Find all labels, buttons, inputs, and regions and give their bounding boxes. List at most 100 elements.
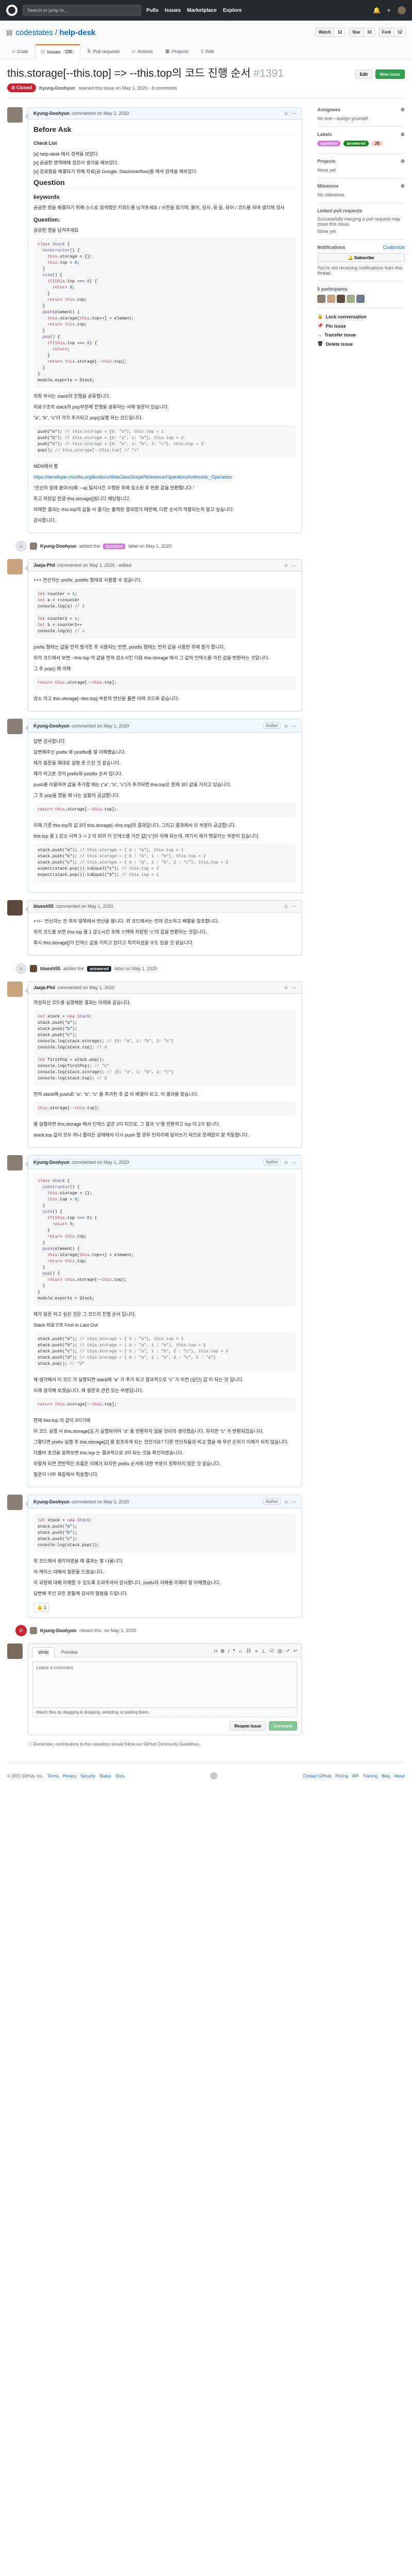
avatar[interactable] [7,107,23,123]
event-actor[interactable]: Kyung-Doohyun [40,1628,76,1633]
code-icon[interactable]: ‹› [239,1649,242,1654]
kebab-menu-icon[interactable]: ··· [291,111,296,116]
avatar[interactable] [7,1155,23,1171]
gear-icon[interactable]: ⚙ [401,107,405,113]
tab-pull-requests[interactable]: ⇅ Pull requests [81,44,126,59]
tab-write[interactable]: Write [32,1647,55,1657]
comment-author[interactable]: Jaeja-Phil [33,985,55,990]
avatar[interactable] [7,981,23,997]
nav-pulls[interactable]: Pulls [146,8,159,13]
reference-icon[interactable]: ↗ [286,1648,290,1654]
smiley-icon[interactable]: ☺ [284,985,288,990]
footer-link[interactable]: Docs [115,1774,125,1778]
nav-explore[interactable]: Explore [223,8,242,13]
nav-issues[interactable]: Issues [165,8,181,13]
subscribe-button[interactable]: 🔔 Subscribe [317,253,405,262]
tab-wiki[interactable]: ▯ Wiki [195,44,220,59]
avatar[interactable] [347,295,355,303]
avatar[interactable] [7,719,23,734]
attach-files-area[interactable]: Attach files by dragging & dropping, sel… [32,1708,297,1717]
user-avatar[interactable] [398,6,406,14]
comment-author[interactable]: Kyung-Doohyun [33,723,70,728]
label-question[interactable]: question [317,141,341,146]
kebab-menu-icon[interactable]: ··· [291,985,296,990]
italic-icon[interactable]: I [228,1649,230,1654]
comment-author[interactable]: Kyung-Doohyun [33,111,70,116]
smiley-icon[interactable]: ☺ [284,111,288,116]
pin-issue-link[interactable]: 📌 Pin issue [317,323,405,329]
comment-textarea[interactable]: Leave a comment [32,1662,297,1708]
comment-author[interactable]: bluesh55 [33,904,54,909]
gear-icon[interactable]: ⚙ [401,183,405,189]
fork-button[interactable]: Fork 12 [378,28,406,37]
kebab-menu-icon[interactable]: ··· [291,904,296,909]
nav-marketplace[interactable]: Marketplace [187,8,217,13]
kebab-menu-icon[interactable]: ··· [291,1499,296,1504]
avatar[interactable] [30,1627,37,1634]
smiley-icon[interactable]: ☺ [284,563,288,568]
numbered-list-icon[interactable]: ⒈ [262,1648,266,1654]
tab-actions[interactable]: ▷ Actions [126,44,158,59]
watch-button[interactable]: Watch 12 [315,28,346,37]
plus-icon[interactable]: + [385,7,392,14]
comment-author[interactable]: Jaeja-Phil [33,563,55,568]
avatar[interactable] [327,295,335,303]
tab-preview[interactable]: Preview [56,1647,83,1657]
footer-link[interactable]: Contact GitHub [303,1774,331,1778]
issue-author[interactable]: Kyung-Doohyun [39,86,75,91]
avatar[interactable] [356,295,365,303]
kebab-menu-icon[interactable]: ··· [291,723,296,728]
smiley-icon[interactable]: ☺ [284,723,288,728]
mention-icon[interactable]: @ [278,1649,282,1654]
label-answered[interactable]: answered [87,965,111,972]
mdn-link[interactable]: https://developer.mozilla.org/ko/docs/We… [33,474,232,480]
repo-owner-link[interactable]: codestates [15,28,53,37]
gear-icon[interactable]: ⚙ [401,159,405,164]
avatar[interactable] [7,1495,23,1510]
event-actor[interactable]: bluesh55 [40,966,60,971]
repo-name-link[interactable]: help-desk [59,28,95,37]
thumbs-up-reaction[interactable]: 👍 1 [33,1603,50,1612]
comment-author[interactable]: Kyung-Doohyun [33,1499,70,1504]
footer-link[interactable]: Security [80,1774,95,1778]
github-logo-icon[interactable] [210,1772,218,1780]
footer-link[interactable]: Privacy [63,1774,76,1778]
comment-button[interactable]: Comment [269,1721,297,1731]
event-actor[interactable]: Kyung-Doohyun [40,544,76,549]
link-icon[interactable]: ⛓ [246,1648,251,1654]
avatar[interactable] [7,900,23,916]
reply-icon[interactable]: ↩ [293,1648,297,1654]
label-answered[interactable]: answered [343,141,369,146]
delete-issue-link[interactable]: 🗑 Delete issue [317,341,405,347]
footer-link[interactable]: About [394,1774,405,1778]
smiley-icon[interactable]: ☺ [284,904,288,909]
avatar[interactable] [7,559,23,574]
heading-icon[interactable]: H [214,1649,218,1654]
star-button[interactable]: Star 33 [349,28,375,37]
label-js[interactable]: JS [371,141,383,146]
new-issue-button[interactable]: New issue [375,70,405,79]
github-logo-icon[interactable] [6,5,18,16]
avatar[interactable] [30,965,37,972]
gear-icon[interactable]: ⚙ [401,132,405,138]
customize-link[interactable]: Customize [383,245,405,250]
kebab-menu-icon[interactable]: ··· [291,1160,296,1165]
tab-code[interactable]: ‹› Code [6,44,34,59]
footer-link[interactable]: Blog [382,1774,390,1778]
task-list-icon[interactable]: ☑ [270,1648,274,1654]
footer-link[interactable]: Terms [47,1774,59,1778]
comment-author[interactable]: Kyung-Doohyun [33,1160,70,1165]
tab-projects[interactable]: ▦ Projects [160,44,194,59]
kebab-menu-icon[interactable]: ··· [291,563,296,568]
lock-conversation-link[interactable]: 🔒 Lock conversation [317,314,405,319]
avatar[interactable] [317,295,325,303]
avatar[interactable] [7,1643,23,1659]
quote-icon[interactable]: ❝ [233,1648,235,1654]
edit-button[interactable]: Edit [355,70,372,79]
avatar[interactable] [337,295,345,303]
avatar[interactable] [30,543,37,550]
reopen-issue-button[interactable]: Reopen issue [230,1721,266,1731]
tab-issues[interactable]: ⓘ Issues 135 [35,44,80,59]
search-input[interactable]: Search or jump to... [23,5,141,16]
footer-link[interactable]: Training [363,1774,377,1778]
